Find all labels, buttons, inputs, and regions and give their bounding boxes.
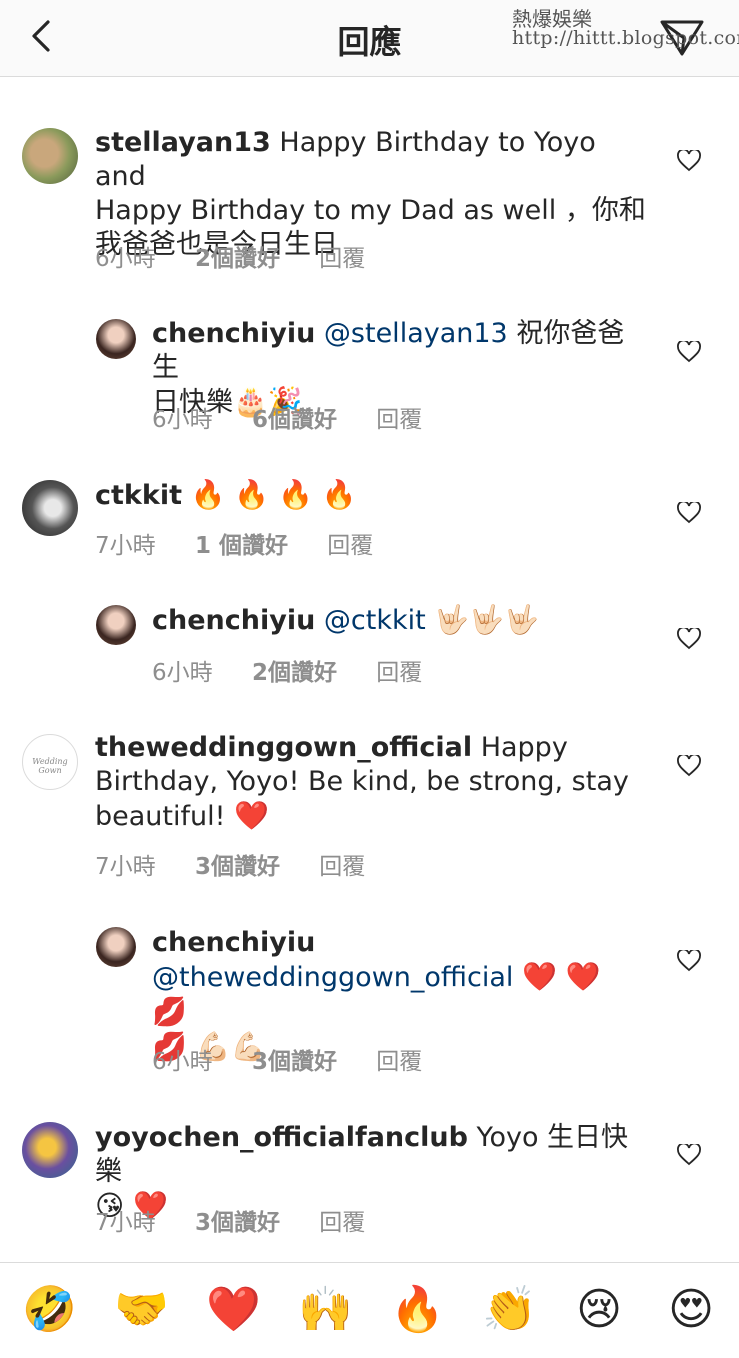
likes-count[interactable]: 3個讚好 — [195, 1210, 280, 1236]
comment-username[interactable]: chenchiyiu — [152, 318, 315, 349]
heart-icon[interactable] — [677, 628, 701, 650]
mention-link[interactable]: @stellayan13 — [324, 318, 508, 349]
comment-text: Birthday, Yoyo! Be kind, be strong, stay — [95, 766, 629, 797]
heart-icon[interactable] — [677, 341, 701, 363]
comment-username[interactable]: chenchiyiu — [152, 926, 642, 960]
avatar[interactable] — [22, 1122, 78, 1178]
clap-emoji-button[interactable]: 👏 — [482, 1285, 537, 1335]
mention-link[interactable]: @theweddinggown_official — [152, 962, 513, 993]
likes-count[interactable]: 6個讚好 — [252, 407, 337, 433]
cry-emoji-button[interactable]: 😢 — [574, 1285, 624, 1335]
comment-time: 6小時 — [95, 246, 156, 272]
likes-count[interactable]: 3個讚好 — [252, 1049, 337, 1075]
comment-time: 6小時 — [152, 1049, 213, 1075]
heart-icon[interactable] — [677, 502, 701, 524]
avatar[interactable] — [96, 319, 136, 359]
comment-time: 7小時 — [95, 533, 156, 559]
avatar[interactable] — [22, 480, 78, 536]
heart-icon[interactable] — [677, 950, 701, 972]
raised-hands-emoji-button[interactable]: 🙌 — [298, 1285, 353, 1335]
handshake-emoji-button[interactable]: 🤝 — [114, 1285, 169, 1335]
fire-emoji-button[interactable]: 🔥 — [390, 1285, 445, 1335]
comment-username[interactable]: ctkkit — [95, 480, 182, 511]
mention-link[interactable]: @ctkkit — [324, 605, 426, 636]
emoji-reaction-bar: 🤣 🤝 ❤️ 🙌 🔥 👏 😢 😍 — [0, 1262, 739, 1358]
comment-username[interactable]: yoyochen_officialfanclub — [95, 1122, 468, 1153]
avatar-logo-text: Wedding Gown — [32, 757, 68, 775]
heart-icon[interactable] — [677, 1144, 701, 1166]
top-bar: 回應 熱爆娛樂 http://hittt.blogspot.com — [0, 0, 739, 77]
reply-button[interactable]: 回覆 — [376, 1049, 422, 1075]
comment-emoji: ❤️ — [234, 799, 269, 832]
reply-button[interactable]: 回覆 — [319, 246, 365, 272]
comment-emoji: 🔥 🔥 🔥 🔥 — [190, 478, 357, 511]
likes-count[interactable]: 2個讚好 — [195, 246, 280, 272]
comment-time: 6小時 — [152, 407, 213, 433]
comment-time: 6小時 — [152, 660, 213, 686]
reply-button[interactable]: 回覆 — [376, 660, 422, 686]
comment-text: Happy — [480, 732, 568, 763]
comment-username[interactable]: stellayan13 — [95, 127, 271, 158]
likes-count[interactable]: 3個讚好 — [195, 854, 280, 880]
likes-count[interactable]: 2個讚好 — [252, 660, 337, 686]
comment-text: Happy Birthday to my Dad as well ，你和 — [95, 195, 646, 226]
reply-button[interactable]: 回覆 — [376, 407, 422, 433]
comment-username[interactable]: theweddinggown_official — [95, 732, 472, 763]
comment-time: 7小時 — [95, 854, 156, 880]
comment-time: 7小時 — [95, 1210, 156, 1236]
avatar[interactable] — [22, 128, 78, 184]
reply-button[interactable]: 回覆 — [327, 533, 373, 559]
heart-eyes-emoji-button[interactable]: 😍 — [666, 1285, 716, 1335]
likes-count[interactable]: 1 個讚好 — [195, 533, 288, 559]
comment-text: beautiful! — [95, 801, 226, 832]
comment-username[interactable]: chenchiyiu — [152, 605, 315, 636]
reply-button[interactable]: 回覆 — [319, 854, 365, 880]
rofl-emoji-button[interactable]: 🤣 — [22, 1285, 77, 1335]
reply-button[interactable]: 回覆 — [319, 1210, 365, 1236]
avatar[interactable] — [96, 605, 136, 645]
heart-icon[interactable] — [677, 755, 701, 777]
avatar[interactable]: Wedding Gown — [22, 734, 78, 790]
heart-emoji-button[interactable]: ❤️ — [206, 1285, 261, 1335]
avatar[interactable] — [96, 927, 136, 967]
watermark-url: http://hittt.blogspot.com — [512, 27, 739, 49]
heart-icon[interactable] — [677, 150, 701, 172]
comment-emoji: 🤟🏻🤟🏻🤟🏻 — [434, 603, 539, 636]
